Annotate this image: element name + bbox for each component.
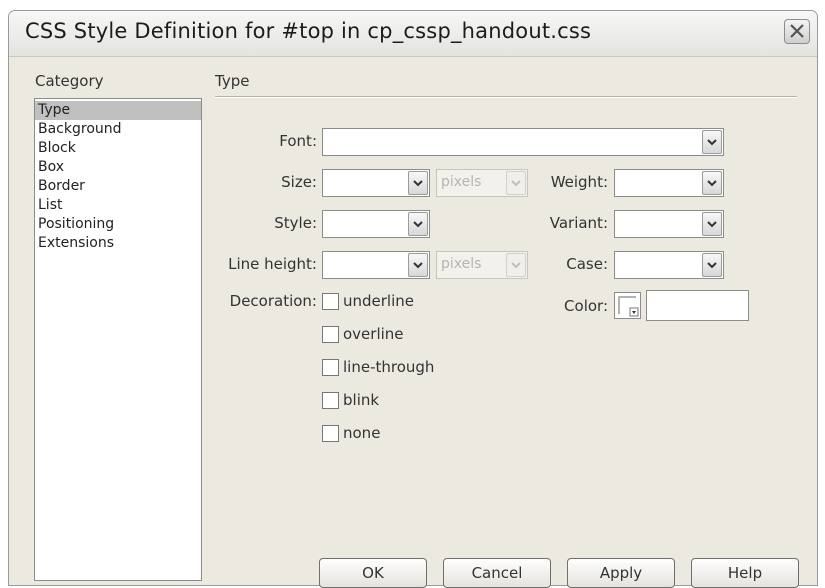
color-swatch-icon [618, 296, 639, 317]
variant-label: Variant: [549, 214, 608, 232]
size-select[interactable] [322, 169, 430, 197]
weight-select[interactable] [614, 169, 724, 197]
line-through-label[interactable]: line-through [343, 358, 434, 376]
blink-checkbox[interactable] [322, 392, 339, 409]
css-style-definition-dialog: CSS Style Definition for #top in cp_cssp… [8, 10, 818, 588]
size-unit-dropdown-button [506, 171, 526, 195]
none-checkbox[interactable] [322, 425, 339, 442]
variant-select[interactable] [614, 210, 724, 238]
case-dropdown-button[interactable] [702, 253, 722, 277]
weight-label: Weight: [550, 173, 608, 191]
font-select[interactable] [322, 128, 724, 156]
close-button[interactable] [784, 19, 810, 44]
category-item-extensions[interactable]: Extensions [35, 234, 201, 253]
chevron-down-icon [707, 139, 717, 146]
chevron-down-icon [707, 221, 717, 228]
category-item-block[interactable]: Block [35, 139, 201, 158]
font-label: Font: [279, 132, 317, 150]
chevron-down-icon [707, 262, 717, 269]
overline-label[interactable]: overline [343, 325, 404, 343]
category-item-positioning[interactable]: Positioning [35, 215, 201, 234]
chevron-down-icon [413, 221, 423, 228]
decoration-label: Decoration: [229, 292, 317, 310]
color-value-input[interactable] [646, 290, 749, 321]
size-label: Size: [281, 173, 317, 191]
category-item-box[interactable]: Box [35, 158, 201, 177]
line-height-unit-dropdown-button [506, 253, 526, 277]
ok-button[interactable]: OK [319, 558, 427, 588]
panel-header: Type [215, 72, 250, 90]
style-select[interactable] [322, 210, 430, 238]
weight-dropdown-button[interactable] [702, 171, 722, 195]
header-divider [215, 96, 797, 98]
chevron-down-icon [413, 180, 423, 187]
color-picker-button[interactable] [614, 292, 641, 319]
blink-label[interactable]: blink [343, 391, 379, 409]
size-dropdown-button[interactable] [408, 171, 428, 195]
apply-button[interactable]: Apply [567, 558, 675, 588]
category-item-list[interactable]: List [35, 196, 201, 215]
line-height-label: Line height: [228, 255, 317, 273]
underline-label[interactable]: underline [343, 292, 414, 310]
close-icon [790, 24, 804, 38]
line-through-checkbox[interactable] [322, 359, 339, 376]
line-height-select[interactable] [322, 251, 430, 279]
cancel-button[interactable]: Cancel [443, 558, 551, 588]
chevron-down-icon [707, 180, 717, 187]
help-button[interactable]: Help [691, 558, 799, 588]
chevron-down-icon [511, 262, 521, 269]
category-item-border[interactable]: Border [35, 177, 201, 196]
category-item-type[interactable]: Type [35, 101, 201, 120]
line-height-unit-select: pixels [436, 251, 528, 279]
underline-checkbox[interactable] [322, 293, 339, 310]
size-unit-select: pixels [436, 169, 528, 197]
category-item-background[interactable]: Background [35, 120, 201, 139]
title-bar[interactable]: CSS Style Definition for #top in cp_cssp… [9, 11, 817, 57]
category-list[interactable]: Type Background Block Box Border List Po… [34, 98, 202, 581]
dialog-title: CSS Style Definition for #top in cp_cssp… [25, 19, 592, 43]
category-header: Category [35, 72, 104, 90]
variant-dropdown-button[interactable] [702, 212, 722, 236]
line-height-dropdown-button[interactable] [408, 253, 428, 277]
chevron-down-icon [511, 180, 521, 187]
chevron-down-icon [413, 262, 423, 269]
none-label[interactable]: none [343, 424, 380, 442]
font-dropdown-button[interactable] [702, 130, 722, 154]
style-dropdown-button[interactable] [408, 212, 428, 236]
case-select[interactable] [614, 251, 724, 279]
case-label: Case: [566, 255, 608, 273]
style-label: Style: [274, 214, 317, 232]
color-label: Color: [564, 297, 608, 315]
overline-checkbox[interactable] [322, 326, 339, 343]
